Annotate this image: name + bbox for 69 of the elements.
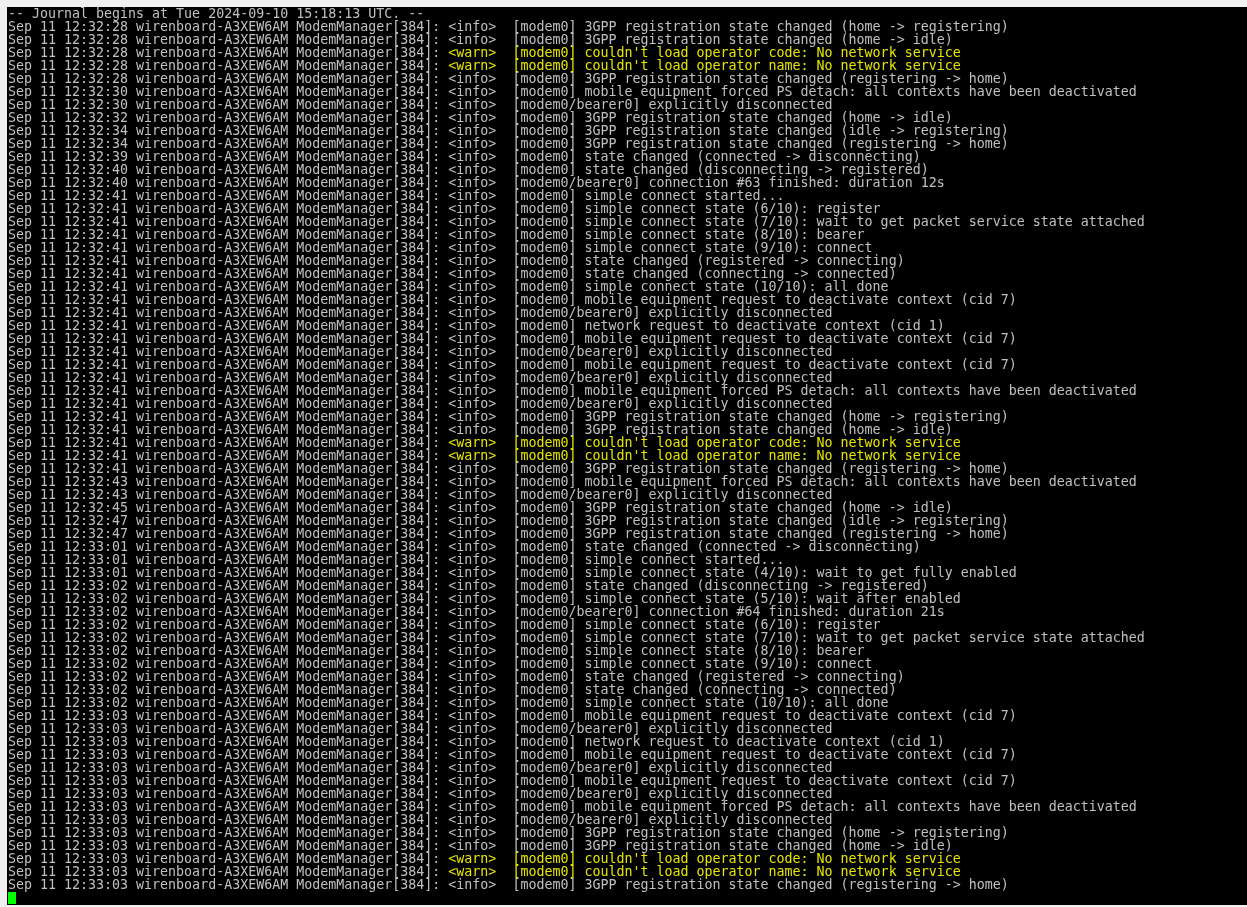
- log-line: Sep 11 12:33:02 wirenboard-A3XEW6AM ModemManager[384]: <info> [modem0] simple connect state (8/10): bearer: [8, 644, 865, 657]
- log-line: Sep 11 12:32:41 wirenboard-A3XEW6AM ModemManager[384]: <info> [modem0] state changed (registered -> connecting): [8, 254, 905, 267]
- log-line: Sep 11 12:33:02 wirenboard-A3XEW6AM ModemManager[384]: <info> [modem0] simple connect state (10/10): all done: [8, 696, 889, 709]
- log-line: Sep 11 12:33:03 wirenboard-A3XEW6AM ModemManager[384]: <warn> [modem0] couldn't load operator name: No network service: [8, 865, 961, 878]
- log-line: Sep 11 12:33:03 wirenboard-A3XEW6AM ModemManager[384]: <info> [modem0] mobile equipment request to deactivate context (cid 7): [8, 748, 1017, 761]
- log-line: Sep 11 12:33:03 wirenboard-A3XEW6AM ModemManager[384]: <info> [modem0] 3GPP registration state changed (registering -> home): [8, 878, 1009, 891]
- log-line: Sep 11 12:32:32 wirenboard-A3XEW6AM ModemManager[384]: <info> [modem0] 3GPP registration state changed (home -> idle): [8, 111, 953, 124]
- log-line: Sep 11 12:33:03 wirenboard-A3XEW6AM ModemManager[384]: <info> [modem0] mobile equipment request to deactivate context (cid 7): [8, 774, 1017, 787]
- log-line: Sep 11 12:33:03 wirenboard-A3XEW6AM ModemManager[384]: <info> [modem0/bearer0] explicitly disconnected: [8, 813, 833, 826]
- log-line: Sep 11 12:32:41 wirenboard-A3XEW6AM ModemManager[384]: <info> [modem0] mobile equipment request to deactivate context (cid 7): [8, 332, 1017, 345]
- log-line: Sep 11 12:32:41 wirenboard-A3XEW6AM ModemManager[384]: <info> [modem0/bearer0] explicitly disconnected: [8, 345, 833, 358]
- log-line: Sep 11 12:33:03 wirenboard-A3XEW6AM ModemManager[384]: <info> [modem0] 3GPP registration state changed (home -> registering): [8, 826, 1009, 839]
- log-line: Sep 11 12:32:40 wirenboard-A3XEW6AM ModemManager[384]: <info> [modem0/bearer0] connection #63 finished: duration 12s: [8, 176, 945, 189]
- log-line: Sep 11 12:33:03 wirenboard-A3XEW6AM ModemManager[384]: <info> [modem0] network request to deactivate context (cid 1): [8, 735, 945, 748]
- log-line: Sep 11 12:32:43 wirenboard-A3XEW6AM ModemManager[384]: <info> [modem0/bearer0] explicitly disconnected: [8, 488, 833, 501]
- log-line: Sep 11 12:32:41 wirenboard-A3XEW6AM ModemManager[384]: <info> [modem0] simple connect state (9/10): connect: [8, 241, 873, 254]
- journal-header: -- Journal begins at Tue 2024-09-10 15:18:13 UTC. --: [8, 7, 425, 20]
- log-line: Sep 11 12:32:47 wirenboard-A3XEW6AM ModemManager[384]: <info> [modem0] 3GPP registration state changed (idle -> registering): [8, 514, 1009, 527]
- log-line: Sep 11 12:33:03 wirenboard-A3XEW6AM ModemManager[384]: <info> [modem0] mobile equipment request to deactivate context (cid 7): [8, 709, 1017, 722]
- log-line: Sep 11 12:33:02 wirenboard-A3XEW6AM ModemManager[384]: <info> [modem0] state changed (connecting -> connected): [8, 683, 897, 696]
- log-line: Sep 11 12:33:02 wirenboard-A3XEW6AM ModemManager[384]: <info> [modem0/bearer0] connection #64 finished: duration 21s: [8, 605, 945, 618]
- log-line: Sep 11 12:33:02 wirenboard-A3XEW6AM ModemManager[384]: <info> [modem0] simple connect state (6/10): register: [8, 618, 881, 631]
- log-line: Sep 11 12:32:45 wirenboard-A3XEW6AM ModemManager[384]: <info> [modem0] 3GPP registration state changed (home -> idle): [8, 501, 953, 514]
- log-line: Sep 11 12:33:02 wirenboard-A3XEW6AM ModemManager[384]: <info> [modem0] simple connect state (5/10): wait after enabled: [8, 592, 961, 605]
- log-line: Sep 11 12:32:41 wirenboard-A3XEW6AM ModemManager[384]: <info> [modem0] simple connect state (10/10): all done: [8, 280, 889, 293]
- log-line: Sep 11 12:33:03 wirenboard-A3XEW6AM ModemManager[384]: <warn> [modem0] couldn't load operator code: No network service: [8, 852, 961, 865]
- log-line: Sep 11 12:32:41 wirenboard-A3XEW6AM ModemManager[384]: <info> [modem0/bearer0] explicitly disconnected: [8, 371, 833, 384]
- log-line: Sep 11 12:33:03 wirenboard-A3XEW6AM ModemManager[384]: <info> [modem0] 3GPP registration state changed (home -> idle): [8, 839, 953, 852]
- log-line: Sep 11 12:32:41 wirenboard-A3XEW6AM ModemManager[384]: <info> [modem0] 3GPP registration state changed (home -> idle): [8, 423, 953, 436]
- log-line: Sep 11 12:32:41 wirenboard-A3XEW6AM ModemManager[384]: <info> [modem0] simple connect state (8/10): bearer: [8, 228, 865, 241]
- log-line: Sep 11 12:33:02 wirenboard-A3XEW6AM ModemManager[384]: <info> [modem0] simple connect state (9/10): connect: [8, 657, 873, 670]
- log-line: Sep 11 12:32:34 wirenboard-A3XEW6AM ModemManager[384]: <info> [modem0] 3GPP registration state changed (idle -> registering): [8, 124, 1009, 137]
- log-line: Sep 11 12:32:41 wirenboard-A3XEW6AM ModemManager[384]: <info> [modem0] mobile equipment forced PS detach: all contexts have been deactivated: [8, 384, 1137, 397]
- log-line: Sep 11 12:32:28 wirenboard-A3XEW6AM ModemManager[384]: <info> [modem0] 3GPP registration state changed (home -> registering): [8, 20, 1009, 33]
- log-line: Sep 11 12:33:02 wirenboard-A3XEW6AM ModemManager[384]: <info> [modem0] simple connect state (7/10): wait to get packet service state attached: [8, 631, 1145, 644]
- log-line: Sep 11 12:33:03 wirenboard-A3XEW6AM ModemManager[384]: <info> [modem0/bearer0] explicitly disconnected: [8, 722, 833, 735]
- log-line: Sep 11 12:32:40 wirenboard-A3XEW6AM ModemManager[384]: <info> [modem0] state changed (disconnecting -> registered): [8, 163, 929, 176]
- log-line: Sep 11 12:32:41 wirenboard-A3XEW6AM ModemManager[384]: <info> [modem0] mobile equipment request to deactivate context (cid 7): [8, 358, 1017, 371]
- log-line: Sep 11 12:32:41 wirenboard-A3XEW6AM ModemManager[384]: <warn> [modem0] couldn't load operator code: No network service: [8, 436, 961, 449]
- log-line: Sep 11 12:33:02 wirenboard-A3XEW6AM ModemManager[384]: <info> [modem0] state changed (disconnecting -> registered): [8, 579, 929, 592]
- log-line: Sep 11 12:32:41 wirenboard-A3XEW6AM ModemManager[384]: <info> [modem0] 3GPP registration state changed (registering -> home): [8, 462, 1009, 475]
- log-line: Sep 11 12:32:28 wirenboard-A3XEW6AM ModemManager[384]: <warn> [modem0] couldn't load operator name: No network service: [8, 59, 961, 72]
- log-line: Sep 11 12:33:01 wirenboard-A3XEW6AM ModemManager[384]: <info> [modem0] state changed (connected -> disconnecting): [8, 540, 921, 553]
- log-line: Sep 11 12:32:41 wirenboard-A3XEW6AM ModemManager[384]: <warn> [modem0] couldn't load operator name: No network service: [8, 449, 961, 462]
- log-line: Sep 11 12:32:43 wirenboard-A3XEW6AM ModemManager[384]: <info> [modem0] mobile equipment forced PS detach: all contexts have been deactivated: [8, 475, 1137, 488]
- log-line: Sep 11 12:32:30 wirenboard-A3XEW6AM ModemManager[384]: <info> [modem0/bearer0] explicitly disconnected: [8, 98, 833, 111]
- log-line: Sep 11 12:33:01 wirenboard-A3XEW6AM ModemManager[384]: <info> [modem0] simple connect started...: [8, 553, 785, 566]
- log-line: Sep 11 12:33:02 wirenboard-A3XEW6AM ModemManager[384]: <info> [modem0] state changed (registered -> connecting): [8, 670, 905, 683]
- log-line: Sep 11 12:32:39 wirenboard-A3XEW6AM ModemManager[384]: <info> [modem0] state changed (connected -> disconnecting): [8, 150, 921, 163]
- log-line: Sep 11 12:32:41 wirenboard-A3XEW6AM ModemManager[384]: <info> [modem0] simple connect state (6/10): register: [8, 202, 881, 215]
- log-line: Sep 11 12:33:03 wirenboard-A3XEW6AM ModemManager[384]: <info> [modem0/bearer0] explicitly disconnected: [8, 787, 833, 800]
- log-line: Sep 11 12:32:28 wirenboard-A3XEW6AM ModemManager[384]: <info> [modem0] 3GPP registration state changed (home -> idle): [8, 33, 953, 46]
- log-line: Sep 11 12:32:30 wirenboard-A3XEW6AM ModemManager[384]: <info> [modem0] mobile equipment forced PS detach: all contexts have been deactivated: [8, 85, 1137, 98]
- cursor: [8, 892, 16, 904]
- log-line: Sep 11 12:32:28 wirenboard-A3XEW6AM ModemManager[384]: <warn> [modem0] couldn't load operator code: No network service: [8, 46, 961, 59]
- log-line: Sep 11 12:33:01 wirenboard-A3XEW6AM ModemManager[384]: <info> [modem0] simple connect state (4/10): wait to get fully enabled: [8, 566, 1017, 579]
- log-line: Sep 11 12:32:41 wirenboard-A3XEW6AM ModemManager[384]: <info> [modem0] 3GPP registration state changed (home -> registering): [8, 410, 1009, 423]
- log-line: Sep 11 12:32:34 wirenboard-A3XEW6AM ModemManager[384]: <info> [modem0] 3GPP registration state changed (registering -> home): [8, 137, 1009, 150]
- log-line: Sep 11 12:32:41 wirenboard-A3XEW6AM ModemManager[384]: <info> [modem0/bearer0] explicitly disconnected: [8, 397, 833, 410]
- log-line: Sep 11 12:33:03 wirenboard-A3XEW6AM ModemManager[384]: <info> [modem0] mobile equipment forced PS detach: all contexts have been deactivated: [8, 800, 1137, 813]
- log-line: Sep 11 12:32:41 wirenboard-A3XEW6AM ModemManager[384]: <info> [modem0/bearer0] explicitly disconnected: [8, 306, 833, 319]
- log-line: Sep 11 12:32:41 wirenboard-A3XEW6AM ModemManager[384]: <info> [modem0] state changed (connecting -> connected): [8, 267, 897, 280]
- log-line: Sep 11 12:32:41 wirenboard-A3XEW6AM ModemManager[384]: <info> [modem0] network request to deactivate context (cid 1): [8, 319, 945, 332]
- log-line: Sep 11 12:32:47 wirenboard-A3XEW6AM ModemManager[384]: <info> [modem0] 3GPP registration state changed (registering -> home): [8, 527, 1009, 540]
- log-line: Sep 11 12:33:03 wirenboard-A3XEW6AM ModemManager[384]: <info> [modem0/bearer0] explicitly disconnected: [8, 761, 833, 774]
- log-line: Sep 11 12:32:28 wirenboard-A3XEW6AM ModemManager[384]: <info> [modem0] 3GPP registration state changed (registering -> home): [8, 72, 1009, 85]
- log-line: Sep 11 12:32:41 wirenboard-A3XEW6AM ModemManager[384]: <info> [modem0] mobile equipment request to deactivate context (cid 7): [8, 293, 1017, 306]
- log-line: Sep 11 12:32:41 wirenboard-A3XEW6AM ModemManager[384]: <info> [modem0] simple connect state (7/10): wait to get packet service state attached: [8, 215, 1145, 228]
- log-line: Sep 11 12:32:41 wirenboard-A3XEW6AM ModemManager[384]: <info> [modem0] simple connect started...: [8, 189, 785, 202]
